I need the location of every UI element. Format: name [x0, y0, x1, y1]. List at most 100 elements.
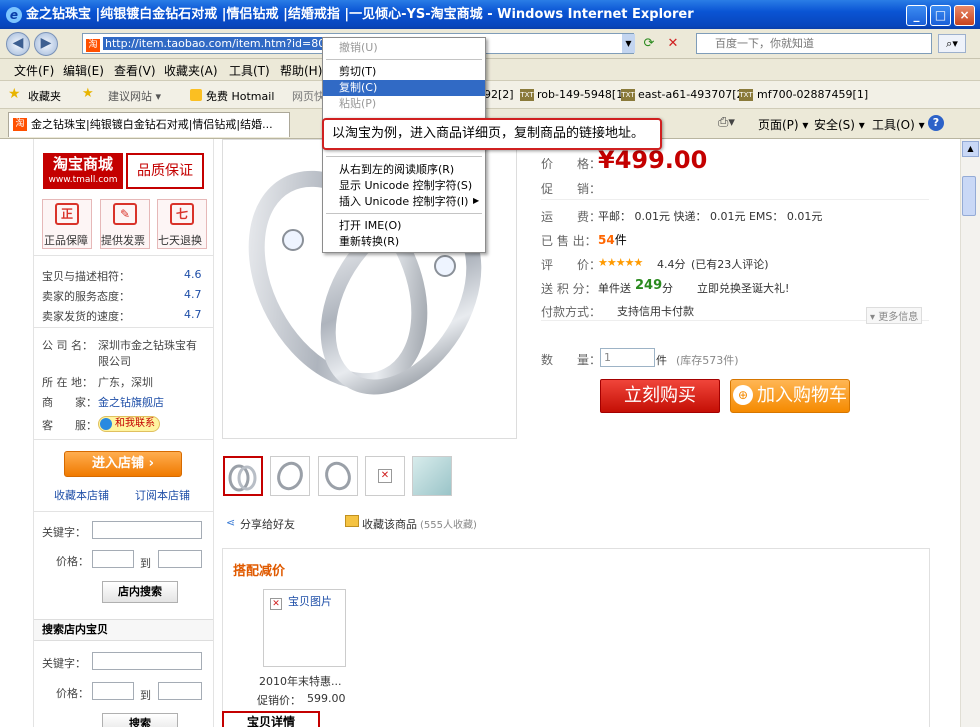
tmall-logo[interactable]: 淘宝商城 www.tmall.com	[43, 153, 123, 189]
thumbnail-5[interactable]	[412, 456, 452, 496]
menu-reconvert[interactable]: 重新转换(R)	[323, 234, 485, 250]
menu-paste[interactable]: 粘贴(P)	[323, 96, 485, 112]
print-icon[interactable]: ⎙▾	[718, 115, 735, 130]
menu-favorites[interactable]: 收藏夹(A)	[164, 62, 218, 79]
scrollbar-thumb[interactable]	[962, 176, 976, 216]
window-title: 金之钻珠宝 |纯银镀白金钻石对戒 |情侣钻戒 |结婚戒指 |一见倾心-YS-淘宝…	[0, 0, 980, 29]
add-to-cart-label: 加入购物车	[757, 385, 847, 406]
shop-search-button[interactable]: 店内搜索	[102, 581, 178, 603]
forward-button[interactable]: ▶	[34, 32, 58, 56]
menu-copy[interactable]: 复制(C)	[323, 80, 485, 96]
rating-service-value: 4.7	[184, 288, 202, 301]
review-label: 评 价：	[541, 258, 602, 272]
rating-shipping-label: 卖家发货的速度：	[42, 310, 130, 323]
vertical-scrollbar[interactable]: ▲	[960, 139, 980, 727]
fav-item-92[interactable]: 92[2]	[484, 88, 514, 101]
minimize-button[interactable]: _	[906, 5, 927, 26]
bookmark-icon: TXT	[621, 89, 635, 101]
menu-bar: 文件(F) 编辑(E) 查看(V) 收藏夹(A) 工具(T) 帮助(H)	[0, 59, 980, 81]
combo-item-name[interactable]: 2010年末特惠...	[259, 673, 341, 689]
menu-undo[interactable]: 撤销(U)	[323, 40, 485, 56]
seller-link[interactable]: 金之钻旗舰店	[98, 394, 164, 410]
favorite-shop-link[interactable]: 收藏本店铺	[54, 487, 109, 503]
share-icon: ⋖	[226, 516, 236, 529]
price-max-input-2[interactable]	[158, 682, 202, 700]
refresh-icon[interactable]: ⟳	[640, 35, 658, 52]
payment-label: 付款方式：	[541, 305, 602, 319]
wangwang-icon	[100, 418, 112, 430]
add-favorite-icon[interactable]: ★	[82, 86, 94, 101]
divider	[34, 327, 213, 328]
points-unit: 分	[662, 282, 673, 295]
service-return-label: 七天退换	[158, 234, 202, 247]
more-info-toggle[interactable]: ▾ 更多信息	[866, 307, 923, 324]
tab-item-details[interactable]: 宝贝详情	[222, 711, 320, 727]
stop-icon[interactable]: ✕	[664, 35, 682, 52]
return-icon: 七	[170, 203, 194, 225]
favorites-star-icon: ★	[8, 86, 21, 102]
favorites-button[interactable]: 收藏夹	[28, 88, 61, 104]
thumbnail-3[interactable]	[318, 456, 358, 496]
menu-rtl-reading[interactable]: 从右到左的阅读顺序(R)	[323, 162, 485, 178]
search-button[interactable]: 搜索	[102, 713, 178, 727]
tmall-logo-text: 淘宝商城	[52, 155, 113, 173]
maximize-button[interactable]: □	[930, 5, 951, 26]
fav-hotmail[interactable]: 免费 Hotmail	[206, 88, 274, 104]
keyword-input-2[interactable]	[92, 652, 202, 670]
safety-menu[interactable]: 安全(S) ▾	[814, 116, 865, 133]
fav-web-slice[interactable]: 网页快	[292, 88, 325, 104]
address-dropdown-icon[interactable]: ▼	[622, 34, 635, 53]
redeem-gift-link[interactable]: 立即兑换圣诞大礼!	[697, 280, 789, 296]
menu-view[interactable]: 查看(V)	[114, 62, 156, 79]
page-menu[interactable]: 页面(P) ▾	[758, 116, 808, 133]
help-icon[interactable]: ?	[928, 115, 944, 131]
fav-suggested-sites[interactable]: 建议网站 ▾	[108, 88, 161, 104]
favorite-item-link[interactable]: 收藏该商品	[362, 516, 417, 532]
bookmark-icon: TXT	[739, 89, 753, 101]
menu-help[interactable]: 帮助(H)	[280, 62, 322, 79]
points-prefix: 单件送	[598, 282, 631, 295]
menu-show-unicode[interactable]: 显示 Unicode 控制字符(S)	[323, 178, 485, 194]
menu-cut[interactable]: 剪切(T)	[323, 64, 485, 80]
add-to-cart-button[interactable]: ⊕ 加入购物车	[730, 379, 850, 413]
menu-insert-unicode[interactable]: 插入 Unicode 控制字符(I)	[323, 194, 485, 210]
enter-shop-button[interactable]: 进入店铺 ›	[64, 451, 182, 477]
menu-file[interactable]: 文件(F)	[14, 62, 54, 79]
price-min-input[interactable]	[92, 550, 134, 568]
fav-mf700[interactable]: mf700-02887459[1]	[757, 88, 868, 101]
scroll-up-icon[interactable]: ▲	[962, 141, 979, 157]
quantity-input[interactable]: 1	[600, 348, 655, 367]
search-input[interactable]: 百度一下，你就知道	[696, 33, 932, 54]
favorites-bar: ★ 收藏夹 ★ 建议网站 ▾ 免费 Hotmail 网页快 92[2] TXT …	[0, 81, 980, 109]
thumbnail-1[interactable]	[223, 456, 263, 496]
review-count-link[interactable]: (已有23人评论)	[691, 256, 769, 272]
combo-item-image[interactable]: ✕ 宝贝图片	[263, 589, 346, 667]
tools-menu[interactable]: 工具(O) ▾	[872, 116, 925, 133]
price-min-input-2[interactable]	[92, 682, 134, 700]
buy-now-button[interactable]: 立刻购买	[600, 379, 720, 413]
divider	[34, 511, 213, 512]
genuine-icon: 正	[55, 203, 79, 225]
share-link[interactable]: 分享给好友	[240, 516, 295, 532]
keyword-input[interactable]	[92, 521, 202, 539]
fav-rob[interactable]: rob-149-5948[1]	[537, 88, 628, 101]
menu-edit[interactable]: 编辑(E)	[63, 62, 104, 79]
close-button[interactable]: ×	[954, 5, 975, 26]
ie-logo-icon: e	[6, 7, 22, 23]
menu-tools[interactable]: 工具(T)	[229, 62, 270, 79]
tab-taobao[interactable]: 淘 金之钻珠宝|纯银镀白金钻石对戒|情侣钻戒|结婚...	[8, 112, 290, 137]
ring-thumb	[325, 461, 351, 491]
price-max-input[interactable]	[158, 550, 202, 568]
back-button[interactable]: ◀	[6, 32, 30, 56]
menu-open-ime[interactable]: 打开 IME(O)	[323, 218, 485, 234]
subscribe-shop-link[interactable]: 订阅本店铺	[135, 487, 190, 503]
tab-label: 金之钻珠宝|纯银镀白金钻石对戒|情侣钻戒|结婚...	[31, 118, 273, 131]
thumbnail-2[interactable]	[270, 456, 310, 496]
search-icon[interactable]: ⌕▾	[938, 34, 966, 53]
location-label: 所 在 地：	[42, 376, 93, 389]
thumbnail-4[interactable]: ✕	[365, 456, 405, 496]
fav-east[interactable]: east-a61-493707[2]	[638, 88, 748, 101]
points-value: 249	[635, 278, 663, 293]
bookmark-icon: TXT	[520, 89, 534, 101]
instruction-callout: 以淘宝为例，进入商品详细页，复制商品的链接地址。	[322, 118, 662, 150]
